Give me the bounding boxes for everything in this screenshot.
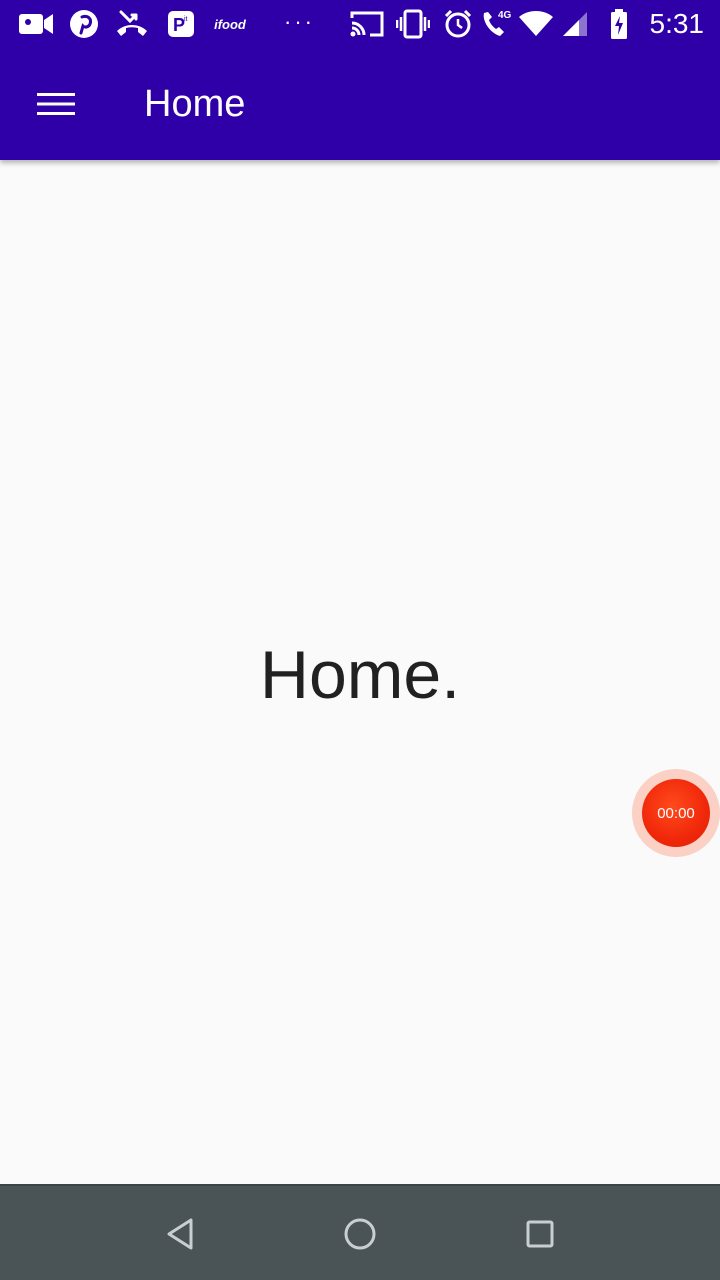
clock-time: 5:31 <box>649 8 705 39</box>
cast-icon <box>350 8 384 40</box>
recents-button[interactable] <box>506 1200 574 1268</box>
back-icon <box>167 1218 193 1250</box>
home-message: Home. <box>259 637 461 713</box>
missed-call-icon <box>114 8 150 40</box>
home-button[interactable] <box>326 1200 394 1268</box>
pinterest-icon <box>68 8 100 40</box>
back-button[interactable] <box>146 1200 214 1268</box>
battery-charging-icon <box>608 8 630 40</box>
screen-recorder-button[interactable]: 00:00 <box>632 769 720 857</box>
ifood-icon: ifood <box>210 8 250 40</box>
navigation-bar <box>0 1184 720 1280</box>
parking-app-icon: P it <box>166 8 196 40</box>
recorder-timer: 00:00 <box>642 779 710 847</box>
wifi-icon <box>518 8 554 40</box>
recents-icon <box>526 1220 554 1248</box>
alarm-icon <box>442 8 474 40</box>
main-content: Home. <box>0 160 720 1184</box>
status-bar: P it ifood ··· 4G 5:31 <box>0 0 720 48</box>
vibrate-icon <box>396 8 430 40</box>
page-title: Home <box>144 83 246 125</box>
cellular-signal-icon <box>560 8 590 40</box>
wifi-calling-icon: 4G <box>480 8 516 40</box>
video-camera-icon <box>16 8 56 40</box>
navigation-menu-button[interactable] <box>20 68 92 140</box>
more-notifications-icon: ··· <box>284 9 315 34</box>
ifood-label: ifood <box>214 16 246 32</box>
svg-text:it: it <box>184 16 188 23</box>
network-type-label: 4G <box>498 10 512 21</box>
screen: P it ifood ··· 4G 5:31 Home Home. 00:00 <box>0 0 720 1280</box>
app-bar: Home <box>0 48 720 160</box>
hamburger-menu-icon <box>37 93 75 115</box>
home-icon <box>344 1218 376 1250</box>
